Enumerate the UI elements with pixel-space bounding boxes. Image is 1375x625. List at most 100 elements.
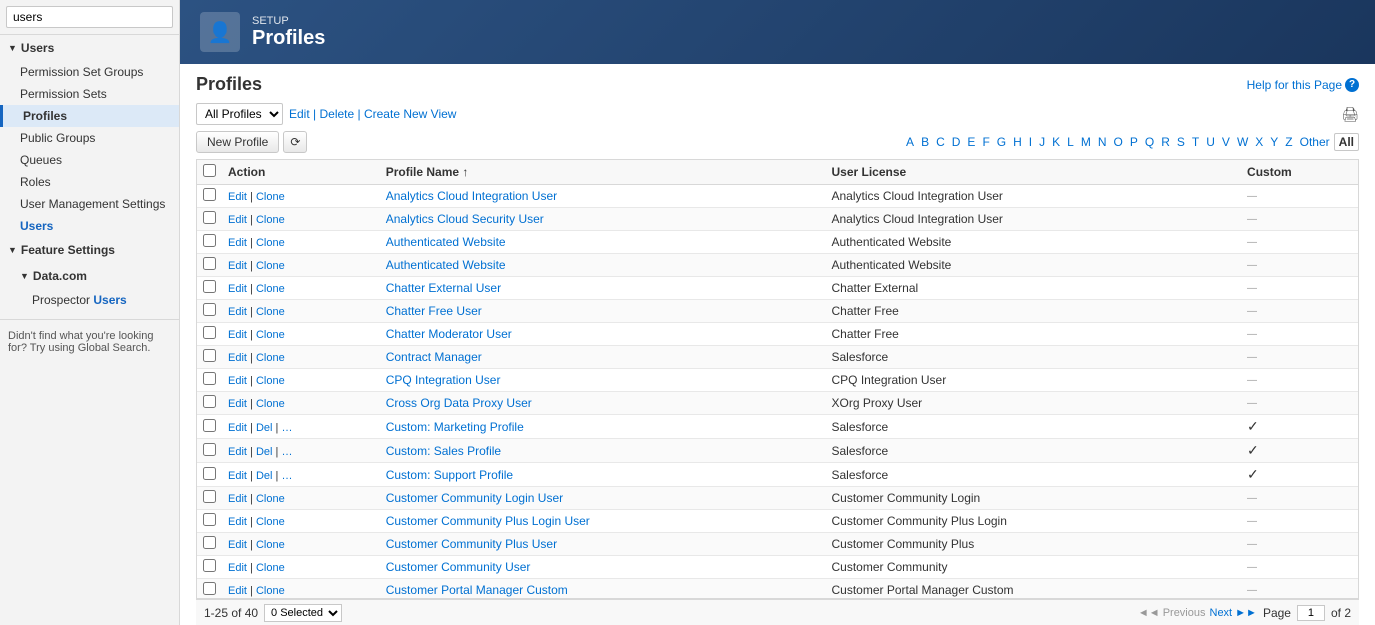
action-link[interactable]: Edit bbox=[228, 237, 247, 249]
row-checkbox[interactable] bbox=[203, 467, 216, 480]
action-link[interactable]: Edit bbox=[228, 398, 247, 410]
action-link[interactable]: Edit bbox=[228, 283, 247, 295]
alpha-s[interactable]: S bbox=[1174, 134, 1188, 150]
header-profile-name-col[interactable]: Profile Name ↑ bbox=[380, 160, 826, 185]
action-link[interactable]: Clone bbox=[256, 516, 285, 528]
alpha-w[interactable]: W bbox=[1234, 134, 1251, 150]
sidebar-item-public-groups[interactable]: Public Groups bbox=[0, 127, 179, 149]
view-select[interactable]: All Profiles bbox=[196, 103, 283, 125]
action-link[interactable]: Clone bbox=[256, 329, 285, 341]
row-checkbox[interactable] bbox=[203, 326, 216, 339]
alpha-p[interactable]: P bbox=[1127, 134, 1141, 150]
action-link[interactable]: Clone bbox=[256, 352, 285, 364]
row-checkbox[interactable] bbox=[203, 257, 216, 270]
profile-name-link[interactable]: Chatter Moderator User bbox=[386, 327, 512, 341]
profile-name-link[interactable]: Cross Org Data Proxy User bbox=[386, 396, 532, 410]
row-checkbox[interactable] bbox=[203, 395, 216, 408]
row-checkbox[interactable] bbox=[203, 349, 216, 362]
profile-name-link[interactable]: Customer Community Login User bbox=[386, 491, 563, 505]
alpha-g[interactable]: G bbox=[994, 134, 1009, 150]
alpha-k[interactable]: K bbox=[1049, 134, 1063, 150]
refresh-button[interactable]: ⟳ bbox=[283, 131, 307, 153]
select-all-checkbox[interactable] bbox=[203, 164, 216, 177]
action-link[interactable]: Del bbox=[256, 422, 273, 434]
prev-button[interactable]: ◄◄ Previous bbox=[1138, 607, 1206, 619]
action-link[interactable]: Edit bbox=[228, 516, 247, 528]
profile-name-link[interactable]: Custom: Marketing Profile bbox=[386, 420, 524, 434]
sidebar-item-users[interactable]: Users bbox=[0, 215, 179, 237]
sidebar-section-feature-header[interactable]: ▼ Feature Settings bbox=[0, 237, 179, 263]
alpha-u[interactable]: U bbox=[1203, 134, 1218, 150]
help-link[interactable]: Help for this Page ? bbox=[1247, 78, 1359, 92]
create-new-view-link[interactable]: Create New View bbox=[364, 107, 456, 121]
action-link[interactable]: Clone bbox=[256, 375, 285, 387]
alpha-e[interactable]: E bbox=[964, 134, 978, 150]
action-link[interactable]: Clone bbox=[256, 493, 285, 505]
alpha-o[interactable]: O bbox=[1111, 134, 1126, 150]
sidebar-section-users-header[interactable]: ▼ Users bbox=[0, 35, 179, 61]
alpha-z[interactable]: Z bbox=[1282, 134, 1295, 150]
search-input[interactable] bbox=[6, 6, 173, 28]
action-link[interactable]: Clone bbox=[256, 260, 285, 272]
profile-name-link[interactable]: Analytics Cloud Integration User bbox=[386, 189, 557, 203]
alpha-m[interactable]: M bbox=[1078, 134, 1094, 150]
action-link[interactable]: Edit bbox=[228, 585, 247, 597]
sidebar-item-roles[interactable]: Roles bbox=[0, 171, 179, 193]
profile-name-link[interactable]: Chatter External User bbox=[386, 281, 501, 295]
profile-name-link[interactable]: Customer Community Plus Login User bbox=[386, 514, 590, 528]
row-checkbox[interactable] bbox=[203, 419, 216, 432]
profile-name-link[interactable]: Contract Manager bbox=[386, 350, 482, 364]
sidebar-item-permission-set-groups[interactable]: Permission Set Groups bbox=[0, 61, 179, 83]
alpha-c[interactable]: C bbox=[933, 134, 948, 150]
row-checkbox[interactable] bbox=[203, 303, 216, 316]
row-checkbox[interactable] bbox=[203, 513, 216, 526]
alpha-l[interactable]: L bbox=[1064, 134, 1077, 150]
alpha-t[interactable]: T bbox=[1189, 134, 1202, 150]
action-link[interactable]: Clone bbox=[256, 214, 285, 226]
profile-name-link[interactable]: Customer Community User bbox=[386, 560, 531, 574]
alpha-r[interactable]: R bbox=[1158, 134, 1173, 150]
alpha-f[interactable]: F bbox=[979, 134, 992, 150]
action-link[interactable]: … bbox=[281, 470, 292, 482]
row-checkbox[interactable] bbox=[203, 443, 216, 456]
row-checkbox[interactable] bbox=[203, 582, 216, 595]
action-link[interactable]: Edit bbox=[228, 306, 247, 318]
delete-view-link[interactable]: Delete bbox=[319, 107, 354, 121]
row-checkbox[interactable] bbox=[203, 490, 216, 503]
row-checkbox[interactable] bbox=[203, 536, 216, 549]
profile-name-link[interactable]: Custom: Sales Profile bbox=[386, 444, 501, 458]
alpha-q[interactable]: Q bbox=[1142, 134, 1157, 150]
profile-name-link[interactable]: Chatter Free User bbox=[386, 304, 482, 318]
action-link[interactable]: Edit bbox=[228, 562, 247, 574]
action-link[interactable]: Clone bbox=[256, 237, 285, 249]
alpha-d[interactable]: D bbox=[949, 134, 964, 150]
row-checkbox[interactable] bbox=[203, 372, 216, 385]
sidebar-item-queues[interactable]: Queues bbox=[0, 149, 179, 171]
profile-name-link[interactable]: Analytics Cloud Security User bbox=[386, 212, 544, 226]
row-checkbox[interactable] bbox=[203, 280, 216, 293]
action-link[interactable]: Clone bbox=[256, 539, 285, 551]
action-link[interactable]: Edit bbox=[228, 214, 247, 226]
profile-name-link[interactable]: CPQ Integration User bbox=[386, 373, 501, 387]
action-link[interactable]: Edit bbox=[228, 191, 247, 203]
action-link[interactable]: Clone bbox=[256, 398, 285, 410]
alpha-all[interactable]: All bbox=[1334, 133, 1359, 151]
action-link[interactable]: Clone bbox=[256, 283, 285, 295]
alpha-j[interactable]: J bbox=[1036, 134, 1048, 150]
profile-name-link[interactable]: Authenticated Website bbox=[386, 258, 506, 272]
alpha-b[interactable]: B bbox=[918, 134, 932, 150]
profile-name-link[interactable]: Authenticated Website bbox=[386, 235, 506, 249]
alpha-i[interactable]: I bbox=[1026, 134, 1035, 150]
alpha-h[interactable]: H bbox=[1010, 134, 1025, 150]
alpha-v[interactable]: V bbox=[1219, 134, 1233, 150]
action-link[interactable]: … bbox=[281, 446, 292, 458]
profile-name-link[interactable]: Customer Community Plus User bbox=[386, 537, 557, 551]
alpha-other[interactable]: Other bbox=[1297, 134, 1333, 150]
action-link[interactable]: Clone bbox=[256, 191, 285, 203]
profile-name-link[interactable]: Custom: Support Profile bbox=[386, 468, 513, 482]
action-link[interactable]: Edit bbox=[228, 260, 247, 272]
row-checkbox[interactable] bbox=[203, 559, 216, 572]
action-link[interactable]: Edit bbox=[228, 352, 247, 364]
action-link[interactable]: Edit bbox=[228, 493, 247, 505]
sidebar-item-profiles[interactable]: Profiles bbox=[0, 105, 179, 127]
